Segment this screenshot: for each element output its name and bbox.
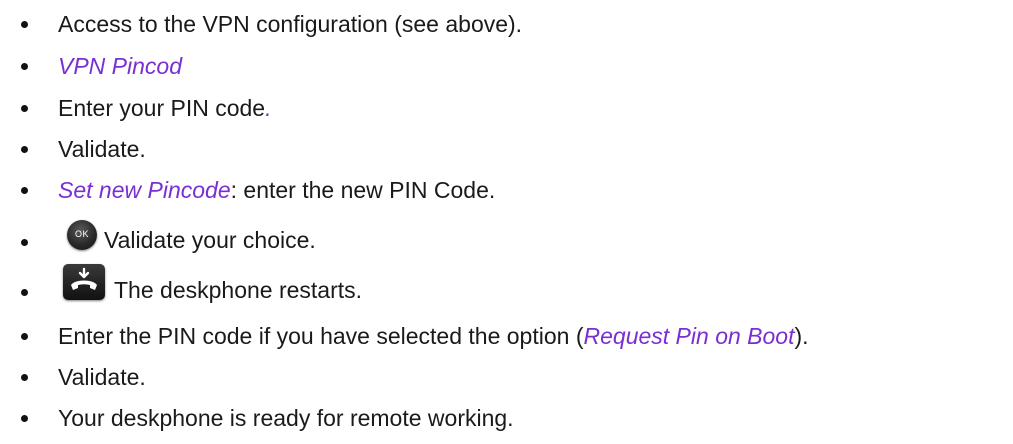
bullet-icon	[21, 289, 28, 296]
menu-option-set-new-pincode: Set new Pincode	[58, 177, 231, 203]
list-item-text: Validate.	[58, 136, 146, 162]
list-item: The deskphone restarts.	[0, 264, 1013, 310]
hang-up-key-icon	[63, 264, 105, 300]
list-item: Validate.	[0, 135, 1013, 175]
list-item: Your deskphone is ready for remote worki…	[0, 404, 1013, 444]
bullet-icon	[21, 21, 28, 28]
list-item: VPN Pincod	[0, 52, 1013, 92]
list-item-text: The deskphone restarts.	[114, 277, 363, 303]
bullet-icon	[21, 63, 28, 70]
bullet-icon	[21, 105, 28, 112]
list-item: Enter your PIN code.	[0, 94, 1013, 134]
list-item-text: Validate.	[58, 364, 146, 390]
list-item: Validate.	[0, 363, 1013, 403]
bullet-icon	[21, 374, 28, 381]
list-item: Set new Pincode: enter the new PIN Code.	[0, 176, 1013, 216]
menu-option-request-pin-on-boot: Request Pin on Boot	[583, 323, 795, 349]
menu-option-vpn-pincod: VPN Pincod	[58, 53, 183, 79]
bullet-icon	[21, 187, 28, 194]
list-item-text: Enter your PIN code.	[58, 95, 272, 121]
list-item-text: Your deskphone is ready for remote worki…	[58, 405, 514, 431]
bullet-icon	[21, 239, 28, 246]
bullet-icon	[21, 415, 28, 422]
list-item-text: Enter the PIN code if you have selected …	[58, 323, 809, 349]
list-item-text: Access to the VPN configuration (see abo…	[58, 11, 523, 37]
list-item-text: Set new Pincode: enter the new PIN Code.	[58, 177, 496, 203]
bullet-icon	[21, 333, 28, 340]
list-item: Enter the PIN code if you have selected …	[0, 322, 1013, 362]
list-item-text: VPN Pincod	[58, 52, 182, 80]
bullet-icon	[21, 146, 28, 153]
ok-key-icon: OK	[67, 220, 97, 250]
instruction-list: Access to the VPN configuration (see abo…	[0, 0, 1013, 440]
list-item-text: Validate your choice.	[104, 227, 316, 253]
list-item: OK Validate your choice.	[0, 220, 1013, 260]
list-item: Access to the VPN configuration (see abo…	[0, 10, 1013, 50]
